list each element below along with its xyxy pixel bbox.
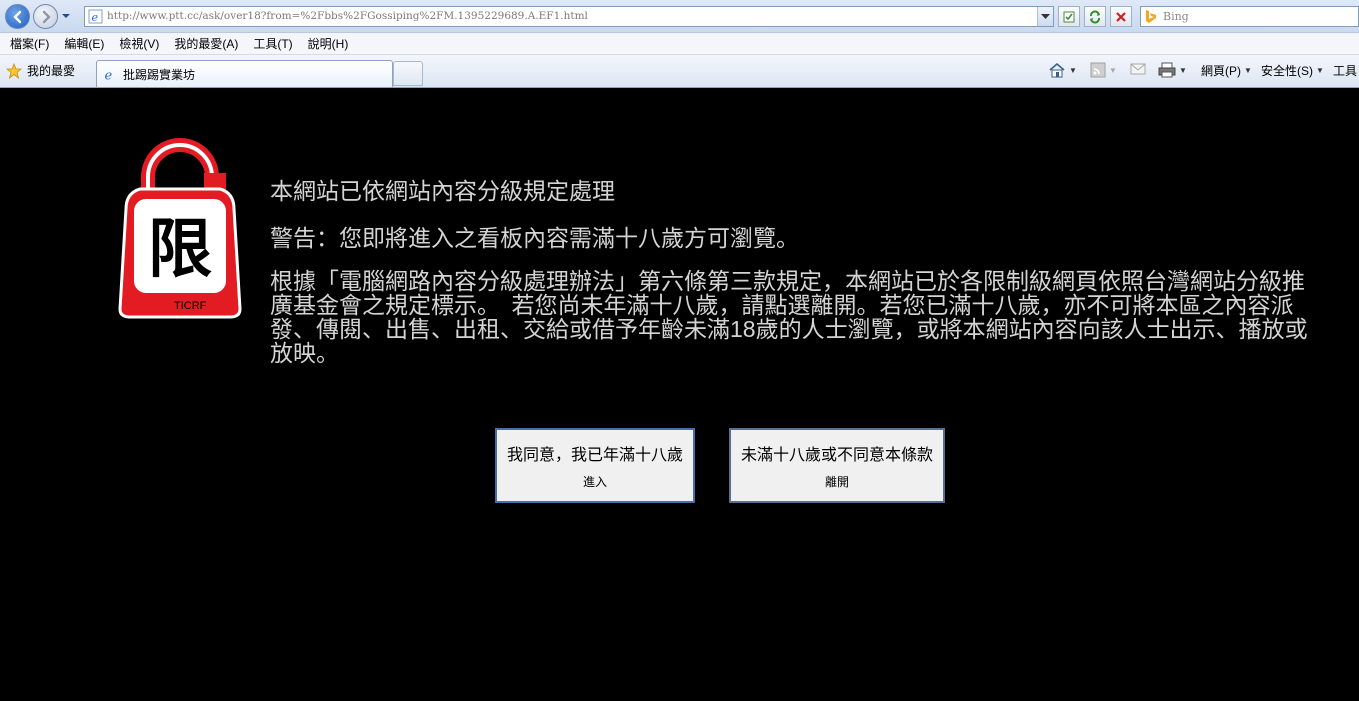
- printer-icon: [1158, 62, 1176, 78]
- chevron-down-icon: ▼: [1316, 66, 1324, 75]
- home-button[interactable]: ▼: [1048, 62, 1077, 78]
- bing-logo-icon: [1146, 10, 1156, 23]
- chevron-down-icon: [1041, 13, 1050, 19]
- leave-label: 離開: [824, 475, 849, 489]
- menu-tools[interactable]: 工具(T): [247, 35, 298, 52]
- svg-text:e: e: [92, 11, 99, 24]
- agree-button-label: 我同意，我已年滿十八歲: [506, 447, 683, 464]
- tab-title: 批踢踢實業坊: [123, 67, 196, 82]
- page-menu[interactable]: 網頁(P) ▼: [1201, 62, 1252, 79]
- ie-page-icon: e: [105, 68, 113, 82]
- menu-favorites[interactable]: 我的最愛(A): [168, 35, 244, 52]
- tab-current[interactable]: e 批踢踢實業坊: [96, 60, 393, 87]
- menu-bar: 檔案(F) 編輯(E) 檢視(V) 我的最愛(A) 工具(T) 說明(H): [0, 33, 1359, 55]
- refresh-icon: [1090, 10, 1100, 23]
- mail-button[interactable]: [1130, 62, 1146, 76]
- menu-file[interactable]: 檔案(F): [4, 35, 55, 52]
- back-arrow-icon: [12, 10, 21, 23]
- browser-chrome: e http://www.ptt.cc/ask/over18?from=%2Fb…: [0, 0, 1359, 88]
- age-warning: 警告：您即將進入之看板內容需滿十八歲方可瀏覽。: [270, 225, 799, 251]
- refresh-button[interactable]: [1084, 6, 1106, 27]
- leave-button-label: 未滿十八歲或不同意本條款: [740, 447, 933, 464]
- logo-text: TICRF: [174, 300, 207, 312]
- stop-icon: [1116, 11, 1126, 22]
- safety-menu[interactable]: 安全性(S) ▼: [1261, 62, 1324, 79]
- history-dropdown-icon[interactable]: [61, 11, 71, 21]
- tab-bar: 我的最愛 e 批踢踢實業坊 ▼ ▼ ▼ 網頁(P) ▼ 安全性(S) ▼ 工具: [0, 55, 1359, 88]
- compatibility-view-button[interactable]: [1058, 6, 1080, 27]
- search-placeholder: Bing: [1163, 10, 1189, 23]
- back-button[interactable]: [5, 4, 30, 29]
- favorites-button[interactable]: 我的最愛: [6, 62, 75, 79]
- new-tab-button[interactable]: [393, 61, 423, 86]
- chevron-down-icon: ▼: [1109, 65, 1117, 75]
- page-heading: 本網站已依網站內容分級規定處理: [270, 178, 615, 204]
- search-input[interactable]: Bing: [1140, 6, 1359, 27]
- url-text: http://www.ptt.cc/ask/over18?from=%2Fbbs…: [107, 10, 588, 22]
- chevron-down-icon: ▼: [1179, 65, 1187, 75]
- star-icon: [6, 62, 22, 79]
- forward-arrow-icon: [42, 10, 51, 23]
- page-menu-label: 網頁(P): [1201, 64, 1241, 78]
- chevron-down-icon: ▼: [1069, 65, 1077, 75]
- logo-character: 限: [148, 213, 212, 287]
- ie-page-icon: e: [88, 9, 103, 24]
- stop-button[interactable]: [1110, 6, 1132, 27]
- agree-enter-button[interactable]: 我同意，我已年滿十八歲 進入: [495, 428, 695, 503]
- svg-text:e: e: [105, 68, 113, 82]
- print-button[interactable]: ▼: [1158, 62, 1187, 78]
- address-dropdown-button[interactable]: [1037, 7, 1053, 26]
- rss-feed-icon: [1090, 62, 1106, 78]
- compatibility-icon: [1063, 11, 1075, 22]
- menu-edit[interactable]: 編輯(E): [58, 35, 110, 52]
- legal-notice: 根據「電腦網路內容分級處理辦法」第六條第三款規定，本網站已於各限制級網頁依照台灣…: [270, 268, 1308, 366]
- page-content: 限 TICRF 本網站已依網站內容分級規定處理 警告：您即將進入之看板內容需滿十…: [0, 89, 1359, 701]
- address-bar-row: e http://www.ptt.cc/ask/over18?from=%2Fb…: [0, 0, 1359, 33]
- favorites-label: 我的最愛: [27, 64, 76, 78]
- home-icon: [1049, 62, 1065, 78]
- feeds-button[interactable]: ▼: [1090, 62, 1117, 78]
- restricted-rating-logo: 限 TICRF: [118, 138, 242, 319]
- menu-help[interactable]: 說明(H): [302, 35, 355, 52]
- address-input[interactable]: e http://www.ptt.cc/ask/over18?from=%2Fb…: [84, 6, 1054, 27]
- disagree-leave-button[interactable]: 未滿十八歲或不同意本條款 離開: [729, 428, 945, 503]
- tools-menu[interactable]: 工具: [1333, 62, 1357, 79]
- enter-label: 進入: [582, 475, 607, 489]
- forward-button[interactable]: [33, 4, 58, 29]
- chevron-down-icon: ▼: [1244, 66, 1252, 75]
- menu-view[interactable]: 檢視(V): [113, 35, 165, 52]
- mail-icon: [1130, 63, 1146, 75]
- tools-menu-label: 工具: [1333, 64, 1358, 78]
- safety-menu-label: 安全性(S): [1261, 64, 1313, 78]
